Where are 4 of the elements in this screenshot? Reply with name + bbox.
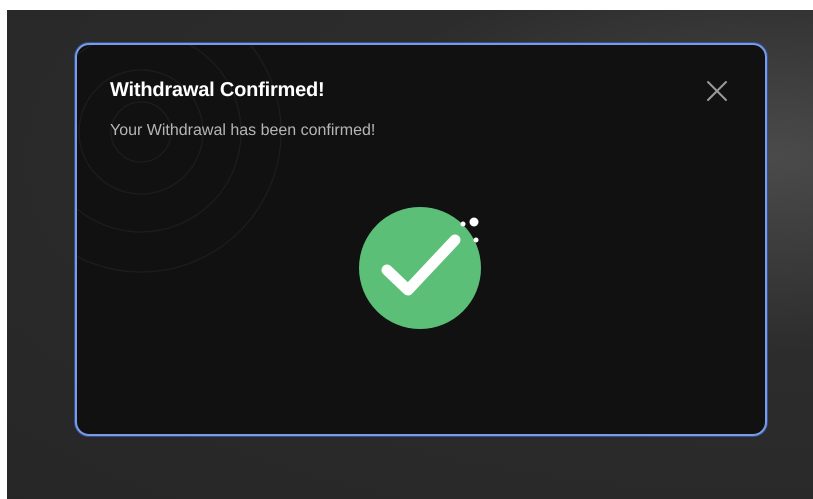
dialog-message: Your Withdrawal has been confirmed!	[110, 122, 376, 140]
check-circle-icon	[359, 206, 483, 330]
dialog-title: Withdrawal Confirmed!	[110, 79, 325, 102]
close-button[interactable]	[706, 80, 728, 102]
